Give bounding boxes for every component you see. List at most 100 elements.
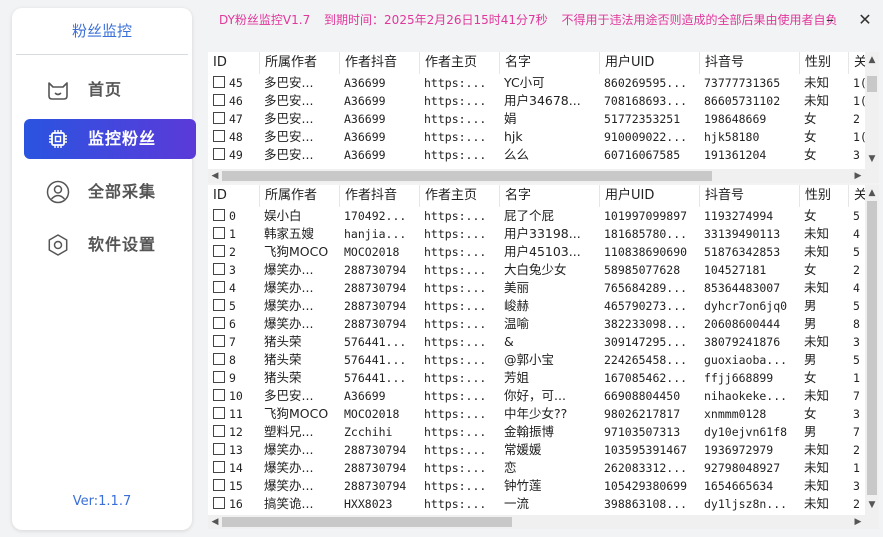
table-row[interactable]: 8 猪头荣 576441... https:... @郭小宝 224265458... gu…	[208, 351, 879, 369]
row-checkbox[interactable]	[213, 209, 225, 221]
header-col-douyin-id[interactable]: 抖音号	[699, 185, 799, 207]
row-checkbox[interactable]	[213, 479, 225, 491]
row-checkbox[interactable]	[213, 94, 225, 106]
table-row[interactable]: 15 爆笑办... 288730794 https:... 钟竹莲 10542938069…	[208, 477, 879, 495]
table-row[interactable]: 3 爆笑办... 288730794 https:... 大白兔少女 5898507762…	[208, 261, 879, 279]
table-row[interactable]: 7 猪头荣 576441... https:... & 309147295... 38079…	[208, 333, 879, 351]
row-checkbox[interactable]	[213, 371, 225, 383]
scroll-left-icon[interactable]: ◀	[208, 516, 222, 528]
sidebar-item-home[interactable]: 首页	[24, 70, 196, 110]
header-col-douyin-id[interactable]: 抖音号	[699, 52, 799, 74]
row-checkbox[interactable]	[213, 497, 225, 509]
table-row[interactable]: 46 多巴安... A36699 https:... 用户34678... 7081686…	[208, 92, 879, 110]
minimize-button[interactable]: –	[816, 6, 844, 34]
row-checkbox[interactable]	[213, 112, 225, 124]
row-id-text: 8	[229, 353, 236, 367]
table-row[interactable]: 47 多巴安... A36699 https:... 娟 51772353251 19864…	[208, 110, 879, 128]
scroll-left-icon[interactable]: ◀	[208, 170, 222, 182]
scroll-thumb[interactable]	[222, 171, 712, 181]
header-col-uid[interactable]: 用户UID	[599, 185, 699, 207]
row-checkbox[interactable]	[213, 407, 225, 419]
header-col-author[interactable]: 所属作者	[259, 185, 339, 207]
header-col-id[interactable]: ID	[208, 52, 258, 74]
scroll-right-icon[interactable]: ▶	[851, 516, 865, 528]
table-row[interactable]: 12 塑料兄... Zcchihi https:... 金翰振博 97103507313 d…	[208, 423, 879, 441]
scroll-up-icon[interactable]: ▲	[865, 187, 879, 199]
header-col-gender[interactable]: 性别	[799, 52, 847, 74]
row-checkbox[interactable]	[213, 461, 225, 473]
scroll-down-icon[interactable]: ▼	[865, 153, 879, 165]
row-checkbox[interactable]	[213, 299, 225, 311]
horizontal-scrollbar[interactable]: ◀ ▶	[208, 169, 879, 183]
col-name: YC小可	[504, 75, 545, 90]
vertical-scrollbar[interactable]: ▲ ▼	[865, 52, 879, 169]
vertical-scrollbar[interactable]: ▲ ▼	[865, 185, 879, 515]
table-row[interactable]: 9 猪头荣 576441... https:... 芳姐 167085462... ffjj…	[208, 369, 879, 387]
row-checkbox[interactable]	[213, 76, 225, 88]
header-col-author-douyin[interactable]: 作者抖音	[339, 52, 419, 74]
row-checkbox[interactable]	[213, 281, 225, 293]
scroll-thumb[interactable]	[867, 76, 877, 92]
header-col-author-douyin[interactable]: 作者抖音	[339, 185, 419, 207]
table-row[interactable]: 4 爆笑办... 288730794 https:... 美丽 765684289... 8…	[208, 279, 879, 297]
table-row[interactable]: 13 爆笑办... 288730794 https:... 常媛媛 10359539146…	[208, 441, 879, 459]
col-author-home: https:...	[424, 317, 487, 331]
scroll-down-icon[interactable]: ▼	[865, 499, 879, 511]
row-id: 16	[213, 495, 263, 513]
sidebar-item-monitor-fans[interactable]: 监控粉丝	[24, 119, 196, 159]
table-row[interactable]: 16 搞笑诡... HXX8023 https:... 一流 398863108... dy…	[208, 495, 879, 513]
header-col-uid[interactable]: 用户UID	[599, 52, 699, 74]
sidebar-item-collect-all[interactable]: 全部采集	[24, 172, 196, 212]
row-id-text: 13	[229, 443, 243, 457]
col-douyin-id: dyhcr7on6jq0	[704, 299, 788, 313]
header-col-author[interactable]: 所属作者	[259, 52, 339, 74]
row-id-text: 2	[229, 245, 236, 259]
header-col-id[interactable]: ID	[208, 185, 258, 207]
row-id-text: 4	[229, 281, 236, 295]
table-row[interactable]: 0 娱小白 170492... https:... 屁了个屁 101997099897 11…	[208, 207, 879, 225]
row-id-text: 12	[229, 425, 243, 439]
row-checkbox[interactable]	[213, 245, 225, 257]
col-uid: 60716067585	[604, 148, 681, 162]
row-checkbox[interactable]	[213, 227, 225, 239]
col-name: 娟	[504, 111, 517, 126]
table-row[interactable]: 2 飞狗MOCO MOCO2018 https:... 用户45103... 110838…	[208, 243, 879, 261]
row-checkbox[interactable]	[213, 130, 225, 142]
table-row[interactable]: 6 爆笑办... 288730794 https:... 温喻 382233098... 2…	[208, 315, 879, 333]
row-checkbox[interactable]	[213, 148, 225, 160]
header-col-gender[interactable]: 性别	[799, 185, 847, 207]
scroll-up-icon[interactable]: ▲	[865, 54, 879, 66]
table-row[interactable]: 14 爆笑办... 288730794 https:... 恋 262083312... 9…	[208, 459, 879, 477]
table-row[interactable]: 11 飞狗MOCO MOCO2018 https:... 中年少女?? 980262178…	[208, 405, 879, 423]
close-button[interactable]: ✕	[851, 6, 879, 34]
col-author-douyin: HXX8023	[344, 497, 393, 511]
col-douyin-id: 86605731102	[704, 94, 781, 108]
row-checkbox[interactable]	[213, 317, 225, 329]
row-checkbox[interactable]	[213, 335, 225, 347]
row-checkbox[interactable]	[213, 425, 225, 437]
sidebar-item-settings[interactable]: 软件设置	[24, 225, 196, 265]
table-row[interactable]: 5 爆笑办... 288730794 https:... 峻赫 465790273... d…	[208, 297, 879, 315]
row-checkbox[interactable]	[213, 263, 225, 275]
header-col-author-home[interactable]: 作者主页	[419, 52, 499, 74]
table-row[interactable]: 45 多巴安... A36699 https:... YC小可 860269595... 7…	[208, 74, 879, 92]
scroll-right-icon[interactable]: ▶	[851, 170, 865, 182]
scroll-thumb[interactable]	[867, 201, 877, 495]
row-checkbox[interactable]	[213, 389, 225, 401]
col-author-home: https:...	[424, 245, 487, 259]
horizontal-scrollbar[interactable]: ◀ ▶	[208, 515, 879, 529]
header-col-author-home[interactable]: 作者主页	[419, 185, 499, 207]
col-douyin-id: 191361204	[704, 148, 767, 162]
table-row[interactable]: 1 韩家五嫂 hanjia... https:... 用户33198... 1816857…	[208, 225, 879, 243]
row-checkbox[interactable]	[213, 443, 225, 455]
scroll-thumb[interactable]	[222, 517, 512, 527]
col-name: hjk	[504, 129, 523, 144]
col-author: 爆笑办...	[264, 280, 314, 295]
table-row[interactable]: 48 多巴安... A36699 https:... hjk 910009022... hj…	[208, 128, 879, 146]
expiry-time: 到期时间：2025年2月26日15时41分7秒	[324, 13, 548, 27]
table-row[interactable]: 10 多巴安... A36699 https:... 你好，可... 6690880445…	[208, 387, 879, 405]
header-col-name[interactable]: 名字	[499, 52, 599, 74]
header-col-name[interactable]: 名字	[499, 185, 599, 207]
row-checkbox[interactable]	[213, 353, 225, 365]
table-row[interactable]: 49 多巴安... A36699 https:... 么么 60716067585 1913…	[208, 146, 879, 164]
